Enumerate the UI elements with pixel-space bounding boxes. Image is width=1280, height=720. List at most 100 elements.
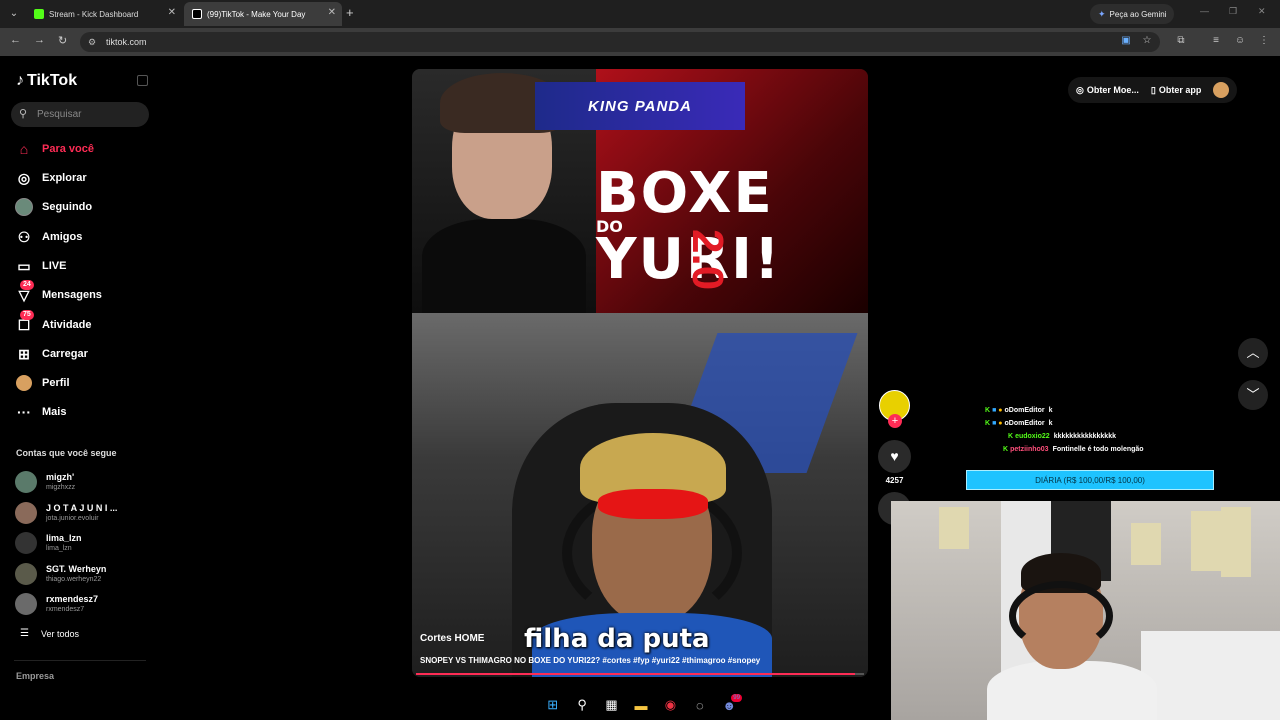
site-info-icon[interactable]: ⚙ bbox=[88, 32, 96, 52]
king-panda-banner: KING PANDA bbox=[535, 82, 745, 130]
followed-account[interactable]: lima_lzn lima_lzn bbox=[15, 531, 82, 555]
wall-poster bbox=[1221, 507, 1251, 577]
bookmark-star-icon[interactable]: ☆ bbox=[1141, 35, 1153, 47]
see-all-link[interactable]: ☰ Ver todos bbox=[20, 628, 79, 639]
chat-message: K petziinho03 Fontinelle é todo molengão bbox=[980, 443, 1220, 456]
followed-account[interactable]: migzh' migzhxzz bbox=[15, 470, 75, 494]
reading-list-icon[interactable]: ≡ bbox=[1210, 35, 1222, 47]
followed-account[interactable]: SGT. Werheyn thiago.werheyn22 bbox=[15, 562, 106, 586]
windows-taskbar: ⊞ ⚲ ▦ ▬ ◉ ◌ ☻ 99 bbox=[540, 692, 742, 718]
mod-badge-icon: ■ bbox=[992, 407, 997, 414]
video-author[interactable]: Cortes HOME bbox=[420, 633, 484, 644]
new-tab-button[interactable]: + bbox=[346, 5, 354, 20]
maximize-button[interactable]: ❐ bbox=[1229, 6, 1237, 17]
nav-live[interactable]: ▭ LIVE bbox=[14, 255, 66, 277]
extensions-icon[interactable]: ⧉ bbox=[1175, 35, 1187, 47]
menu-icon[interactable]: ⋮ bbox=[1258, 35, 1270, 47]
like-button[interactable]: ♥ bbox=[878, 440, 911, 473]
avatar bbox=[15, 593, 37, 615]
chrome-icon[interactable]: ◉ bbox=[660, 694, 681, 716]
tiktok-note-icon: ♪ bbox=[16, 72, 24, 89]
video-description[interactable]: SNOPEY VS THIMAGRO NO BOXE DO YURI22? #c… bbox=[420, 656, 760, 665]
chat-user: eudoxio22 bbox=[1015, 433, 1050, 440]
activity-badge: 75 bbox=[20, 310, 34, 320]
next-video-button[interactable]: ﹀ bbox=[1238, 380, 1268, 410]
tab-search-button[interactable]: ⌄ bbox=[4, 4, 24, 24]
video-player[interactable]: KING PANDA BOXE DO YURI! 2.0 filha da pu… bbox=[412, 69, 868, 677]
nav-activity[interactable]: ☐ 75 Atividade bbox=[14, 310, 92, 336]
close-icon[interactable]: ✕ bbox=[328, 7, 336, 18]
chat-user: oDomEditor bbox=[1004, 407, 1045, 414]
nav-explore[interactable]: ◎ Explorar bbox=[14, 167, 87, 189]
nav-label: Perfil bbox=[42, 377, 70, 389]
following-accounts-title: Contas que você segue bbox=[16, 448, 117, 458]
minimize-button[interactable]: — bbox=[1200, 6, 1209, 16]
stream-chat-overlay: K ■ ● oDomEditor k K ■ ● oDomEditor k K eudoxi… bbox=[980, 404, 1220, 456]
reload-button[interactable]: ↻ bbox=[58, 34, 67, 47]
nav-label: LIVE bbox=[42, 260, 67, 272]
compass-icon: ◎ bbox=[17, 169, 31, 186]
close-window-button[interactable]: ✕ bbox=[1258, 6, 1266, 17]
collapse-sidebar-icon[interactable] bbox=[137, 75, 148, 86]
phone-icon: ▯ bbox=[1150, 84, 1156, 95]
nav-friends[interactable]: ⚇ Amigos bbox=[14, 226, 83, 248]
live-icon: ▭ bbox=[17, 257, 31, 274]
tab-tiktok[interactable]: (99)TikTok - Make Your Day ✕ bbox=[184, 2, 342, 26]
back-button[interactable]: ← bbox=[10, 34, 21, 46]
home-icon: ⌂ bbox=[19, 141, 29, 157]
logo-text: TikTok bbox=[27, 72, 78, 89]
search-input[interactable]: ⚲ Pesquisar bbox=[11, 102, 149, 127]
company-link[interactable]: Empresa bbox=[16, 671, 54, 681]
wall-poster bbox=[939, 507, 969, 549]
heart-icon: ♥ bbox=[890, 448, 899, 464]
account-name: lima_lzn bbox=[46, 533, 82, 543]
discord-badge: 99 bbox=[731, 694, 742, 702]
sub-badge-icon: ● bbox=[998, 407, 1003, 414]
account-name: SGT. Werheyn bbox=[46, 564, 107, 574]
video-figure bbox=[598, 489, 708, 519]
account-handle: rxmendesz7 bbox=[46, 606, 85, 613]
nav-for-you[interactable]: ⌂ Para você bbox=[14, 138, 94, 160]
nav-label: Amigos bbox=[42, 231, 83, 243]
file-explorer-icon[interactable]: ▬ bbox=[630, 694, 651, 716]
get-app-button[interactable]: ▯ Obter app bbox=[1151, 85, 1201, 96]
obs-icon[interactable]: ◌ bbox=[689, 694, 710, 716]
windows-start-icon[interactable]: ⊞ bbox=[542, 694, 563, 716]
video-figure bbox=[422, 219, 586, 313]
get-coins-button[interactable]: ◎ Obter Moe... bbox=[1076, 85, 1139, 96]
video-gameplay-cam bbox=[412, 313, 868, 677]
url-input[interactable]: ⚙ tiktok.com bbox=[80, 32, 1160, 52]
kick-icon bbox=[34, 9, 44, 19]
desk bbox=[1141, 631, 1280, 720]
divider bbox=[14, 660, 146, 661]
search-icon: ⚲ bbox=[19, 108, 28, 120]
discord-icon[interactable]: ☻ 99 bbox=[719, 694, 742, 716]
nav-profile[interactable]: Perfil bbox=[14, 372, 70, 394]
chevron-up-icon: ︿ bbox=[1246, 345, 1260, 360]
nav-upload[interactable]: ⊞ Carregar bbox=[14, 343, 88, 365]
translate-icon[interactable]: ▣ bbox=[1120, 35, 1132, 47]
tab-kick-dashboard[interactable]: Stream - Kick Dashboard ✕ bbox=[26, 2, 182, 26]
followed-account[interactable]: J O T A J U N I ... jota.junior.evoluir bbox=[15, 501, 117, 525]
tiktok-logo[interactable]: ♪ TikTok bbox=[16, 72, 77, 90]
avatar[interactable] bbox=[1213, 82, 1230, 98]
search-icon[interactable]: ⚲ bbox=[571, 694, 592, 716]
messages-badge: 24 bbox=[20, 280, 34, 290]
video-progress-bar[interactable] bbox=[416, 673, 864, 675]
chat-user: petziinho03 bbox=[1010, 446, 1049, 453]
task-view-icon[interactable]: ▦ bbox=[601, 694, 622, 716]
followed-account[interactable]: rxmendesz7 rxmendesz7 bbox=[15, 592, 98, 616]
kick-badge-icon: K bbox=[985, 420, 991, 427]
nav-label: Atividade bbox=[42, 319, 92, 331]
nav-following[interactable]: Seguindo bbox=[14, 196, 92, 218]
previous-video-button[interactable]: ︿ bbox=[1238, 338, 1268, 368]
forward-button[interactable]: → bbox=[34, 34, 45, 46]
nav-messages[interactable]: ▽ 24 Mensagens bbox=[14, 280, 102, 306]
nav-more[interactable]: ··· Mais bbox=[14, 401, 66, 423]
follow-button[interactable]: + bbox=[888, 414, 902, 428]
profile-icon[interactable]: ☺ bbox=[1234, 35, 1246, 47]
webcam-feed bbox=[891, 501, 1280, 720]
nav-label: Mensagens bbox=[42, 289, 102, 301]
gemini-button[interactable]: ✦ Peça ao Gemini bbox=[1090, 4, 1175, 24]
close-icon[interactable]: ✕ bbox=[168, 7, 176, 18]
